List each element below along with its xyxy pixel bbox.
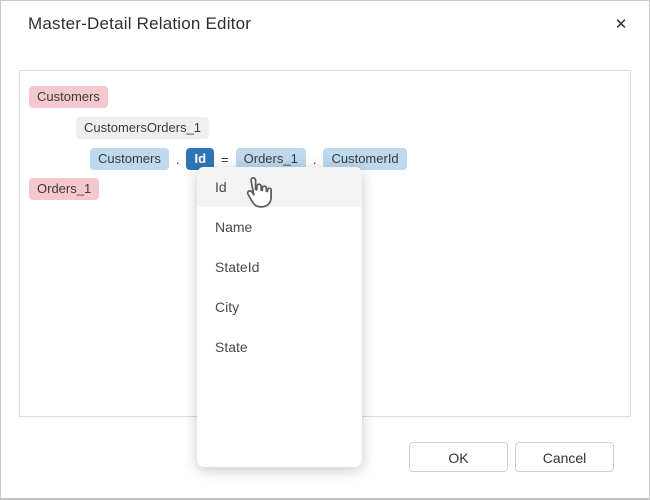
- detail-table-badge[interactable]: Orders_1: [29, 178, 99, 200]
- field-dropdown-list: Id Name StateId City State: [197, 167, 362, 467]
- dropdown-item-state[interactable]: State: [197, 327, 362, 367]
- dropdown-item-id[interactable]: Id: [197, 167, 362, 207]
- close-icon[interactable]: ✕: [609, 13, 633, 37]
- ok-button[interactable]: OK: [409, 442, 508, 472]
- dropdown-item-name[interactable]: Name: [197, 207, 362, 247]
- dropdown-item-city[interactable]: City: [197, 287, 362, 327]
- master-detail-relation-editor-dialog: Master-Detail Relation Editor ✕ Customer…: [0, 0, 650, 500]
- relation-name-badge[interactable]: CustomersOrders_1: [76, 117, 209, 139]
- relation-master-table-badge[interactable]: Customers: [90, 148, 169, 170]
- cancel-button[interactable]: Cancel: [515, 442, 614, 472]
- equals-sign: =: [221, 152, 229, 167]
- dot-separator: .: [176, 152, 180, 167]
- master-table-badge[interactable]: Customers: [29, 86, 108, 108]
- dot-separator: .: [313, 152, 317, 167]
- dialog-title: Master-Detail Relation Editor: [28, 14, 251, 34]
- dropdown-item-stateid[interactable]: StateId: [197, 247, 362, 287]
